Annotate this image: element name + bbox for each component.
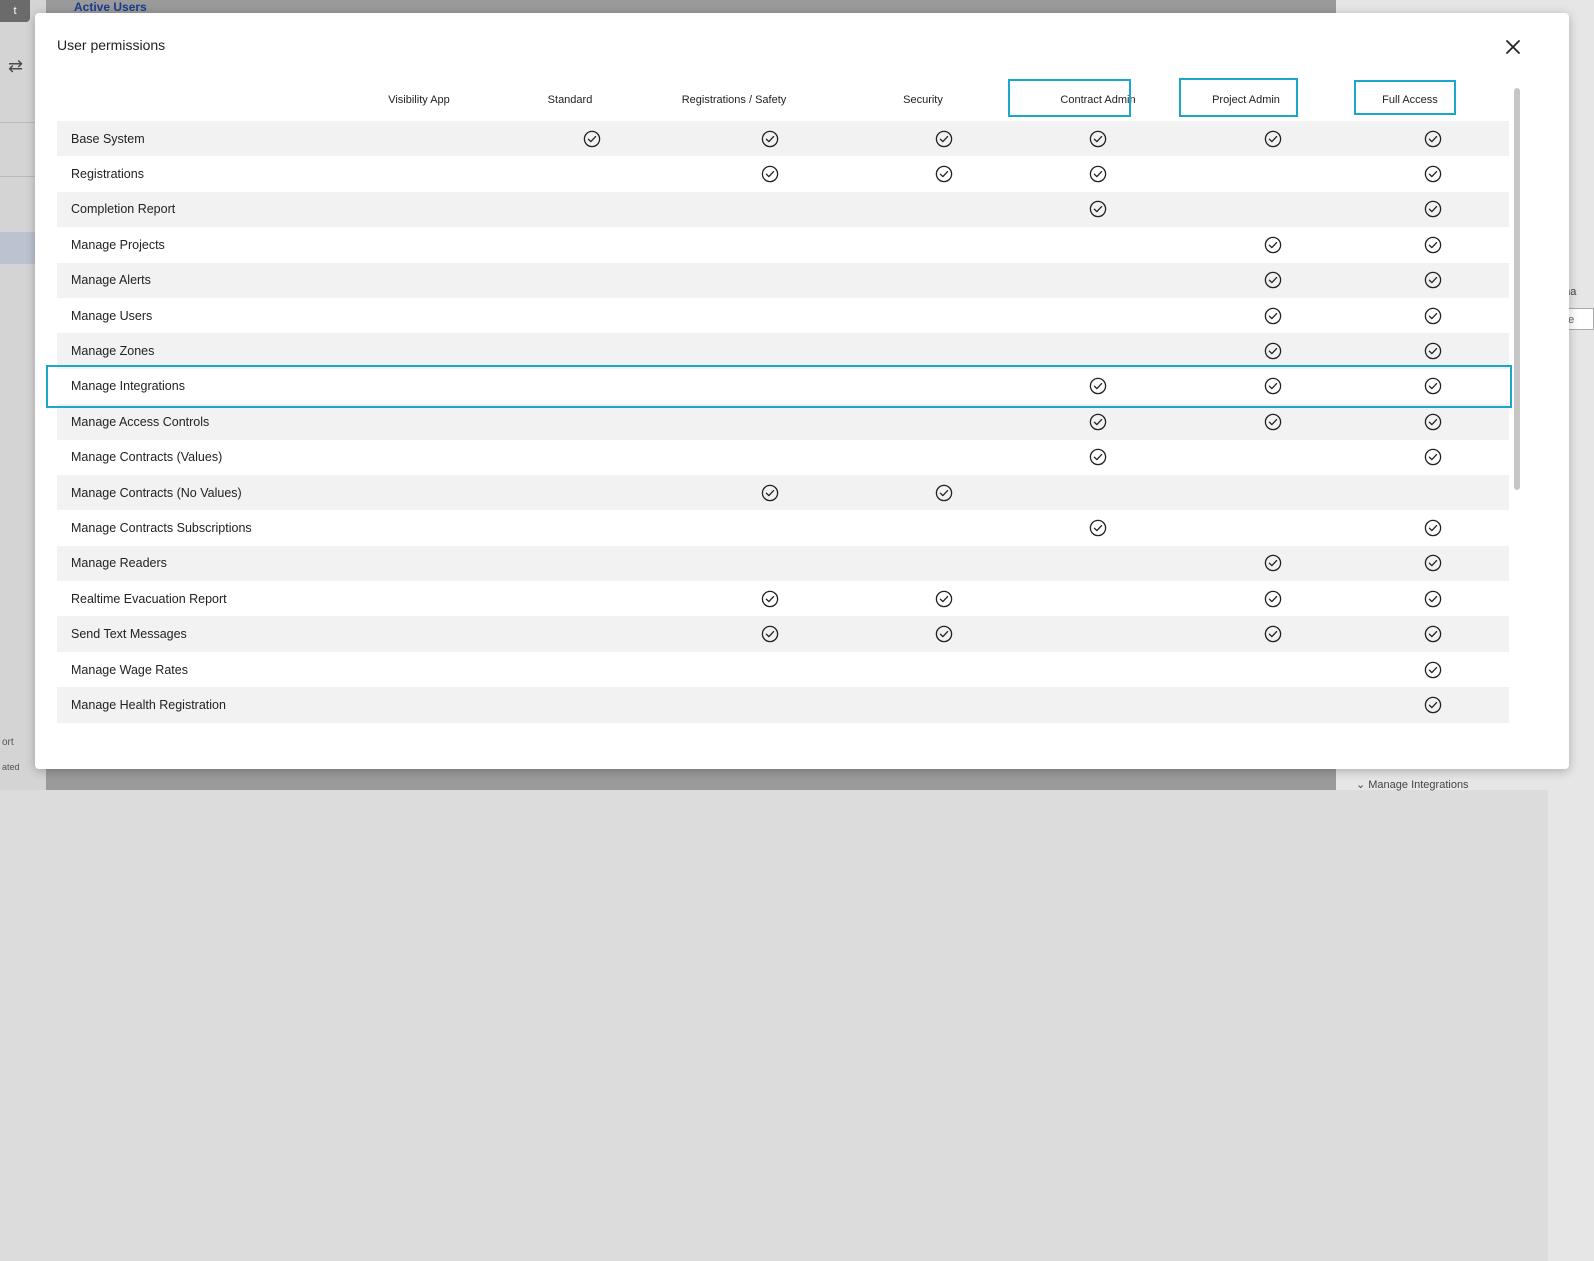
table-row: Manage Access Controls xyxy=(57,404,1509,440)
table-row: Realtime Evacuation Report xyxy=(57,581,1509,616)
check-circle-icon xyxy=(935,625,953,643)
permission-label: Manage Health Registration xyxy=(71,697,226,712)
permission-label: Base System xyxy=(71,131,145,146)
check-circle-icon xyxy=(761,590,779,608)
permission-label: Completion Report xyxy=(71,202,176,217)
permission-label: Manage Wage Rates xyxy=(71,662,188,677)
permission-label: Manage Integrations xyxy=(71,379,185,394)
table-row: Base System xyxy=(57,121,1509,157)
check-circle-icon xyxy=(1424,413,1442,431)
table-row: Manage Alerts xyxy=(57,262,1509,298)
check-circle-icon xyxy=(1424,130,1442,148)
check-circle-icon xyxy=(1424,377,1442,395)
check-circle-icon xyxy=(1424,307,1442,325)
check-circle-icon xyxy=(1089,130,1107,148)
table-row: Manage Contracts (Values) xyxy=(57,440,1509,475)
check-circle-icon xyxy=(1264,625,1282,643)
permissions-header-row: Visibility App Standard Registrations / Sa… xyxy=(57,79,1509,121)
permission-label: Manage Contracts Subscriptions xyxy=(71,520,252,535)
permission-label: Manage Alerts xyxy=(71,273,151,288)
permission-label: Manage Access Controls xyxy=(71,414,210,429)
check-circle-icon xyxy=(1424,590,1442,608)
column-header: Full Access xyxy=(1382,94,1438,106)
check-circle-icon xyxy=(1264,590,1282,608)
permission-label: Send Text Messages xyxy=(71,627,187,642)
column-header: Project Admin xyxy=(1212,94,1280,106)
table-row: Manage Health Registration xyxy=(57,687,1509,723)
check-circle-icon xyxy=(1264,130,1282,148)
manage-integrations-item[interactable]: ⌄ Manage Integrations xyxy=(1356,778,1469,791)
check-circle-icon xyxy=(1424,696,1442,714)
table-row: Manage Projects xyxy=(57,227,1509,262)
check-circle-icon xyxy=(761,625,779,643)
table-row: Manage Wage Rates xyxy=(57,652,1509,687)
permission-label: Manage Projects xyxy=(71,237,165,252)
permission-label: Manage Users xyxy=(71,308,153,323)
check-circle-icon xyxy=(1264,271,1282,289)
table-row: Manage Users xyxy=(57,298,1509,333)
sidebar-top-button[interactable]: t xyxy=(0,0,30,22)
table-row: Manage Integrations xyxy=(57,369,1509,404)
check-circle-icon xyxy=(1264,377,1282,395)
column-header: Security xyxy=(903,94,943,106)
active-users-link[interactable]: Active Users xyxy=(74,0,147,14)
permissions-table: Base System Registrations Completion Repor… xyxy=(57,121,1509,723)
sidebar-text: ort xyxy=(2,737,14,748)
table-row: Manage Readers xyxy=(57,545,1509,582)
check-circle-icon xyxy=(1424,200,1442,218)
sidebar-text: ated xyxy=(2,762,20,772)
check-circle-icon xyxy=(1424,165,1442,183)
check-circle-icon xyxy=(1089,165,1107,183)
check-circle-icon xyxy=(761,165,779,183)
check-circle-icon xyxy=(935,130,953,148)
permission-label: Realtime Evacuation Report xyxy=(71,591,227,606)
check-circle-icon xyxy=(761,484,779,502)
check-circle-icon xyxy=(1424,342,1442,360)
table-row: Manage Zones xyxy=(57,333,1509,369)
check-circle-icon xyxy=(1424,448,1442,466)
check-circle-icon xyxy=(1264,307,1282,325)
check-circle-icon xyxy=(583,130,601,148)
close-button[interactable] xyxy=(1501,35,1525,59)
column-header: Standard xyxy=(547,94,593,106)
check-circle-icon xyxy=(761,130,779,148)
check-circle-icon xyxy=(935,590,953,608)
check-circle-icon xyxy=(935,484,953,502)
user-permissions-modal: User permissions Visibility App Standard R… xyxy=(35,13,1569,769)
check-circle-icon xyxy=(1089,200,1107,218)
table-row: Manage Contracts (No Values) xyxy=(57,474,1509,511)
check-circle-icon xyxy=(1424,661,1442,679)
check-circle-icon xyxy=(1424,271,1442,289)
check-circle-icon xyxy=(1264,413,1282,431)
permission-label: Manage Contracts (No Values) xyxy=(71,485,242,500)
check-circle-icon xyxy=(1264,342,1282,360)
check-circle-icon xyxy=(1424,519,1442,537)
permission-label: Manage Zones xyxy=(71,344,155,359)
check-circle-icon xyxy=(1424,236,1442,254)
column-header: Registrations / Safety xyxy=(681,94,787,106)
column-header: Contract Admin xyxy=(1060,94,1136,106)
check-circle-icon xyxy=(935,165,953,183)
table-row: Send Text Messages xyxy=(57,616,1509,652)
table-row: Completion Report xyxy=(57,191,1509,228)
modal-title: User permissions xyxy=(57,37,166,53)
check-circle-icon xyxy=(1424,554,1442,572)
column-header: Visibility App xyxy=(388,94,450,106)
check-circle-icon xyxy=(1264,236,1282,254)
check-circle-icon xyxy=(1089,377,1107,395)
table-row: Registrations xyxy=(57,156,1509,191)
check-circle-icon xyxy=(1089,448,1107,466)
check-circle-icon xyxy=(1424,625,1442,643)
check-circle-icon xyxy=(1264,554,1282,572)
permission-label: Manage Contracts (Values) xyxy=(71,450,223,465)
swap-icon[interactable]: ⇄ xyxy=(8,56,23,77)
close-icon xyxy=(1506,40,1520,54)
check-circle-icon xyxy=(1089,519,1107,537)
table-row: Manage Contracts Subscriptions xyxy=(57,510,1509,545)
permission-label: Registrations xyxy=(71,167,144,182)
check-circle-icon xyxy=(1089,413,1107,431)
permission-label: Manage Readers xyxy=(71,556,167,571)
scrollbar-thumb[interactable] xyxy=(1514,88,1520,490)
